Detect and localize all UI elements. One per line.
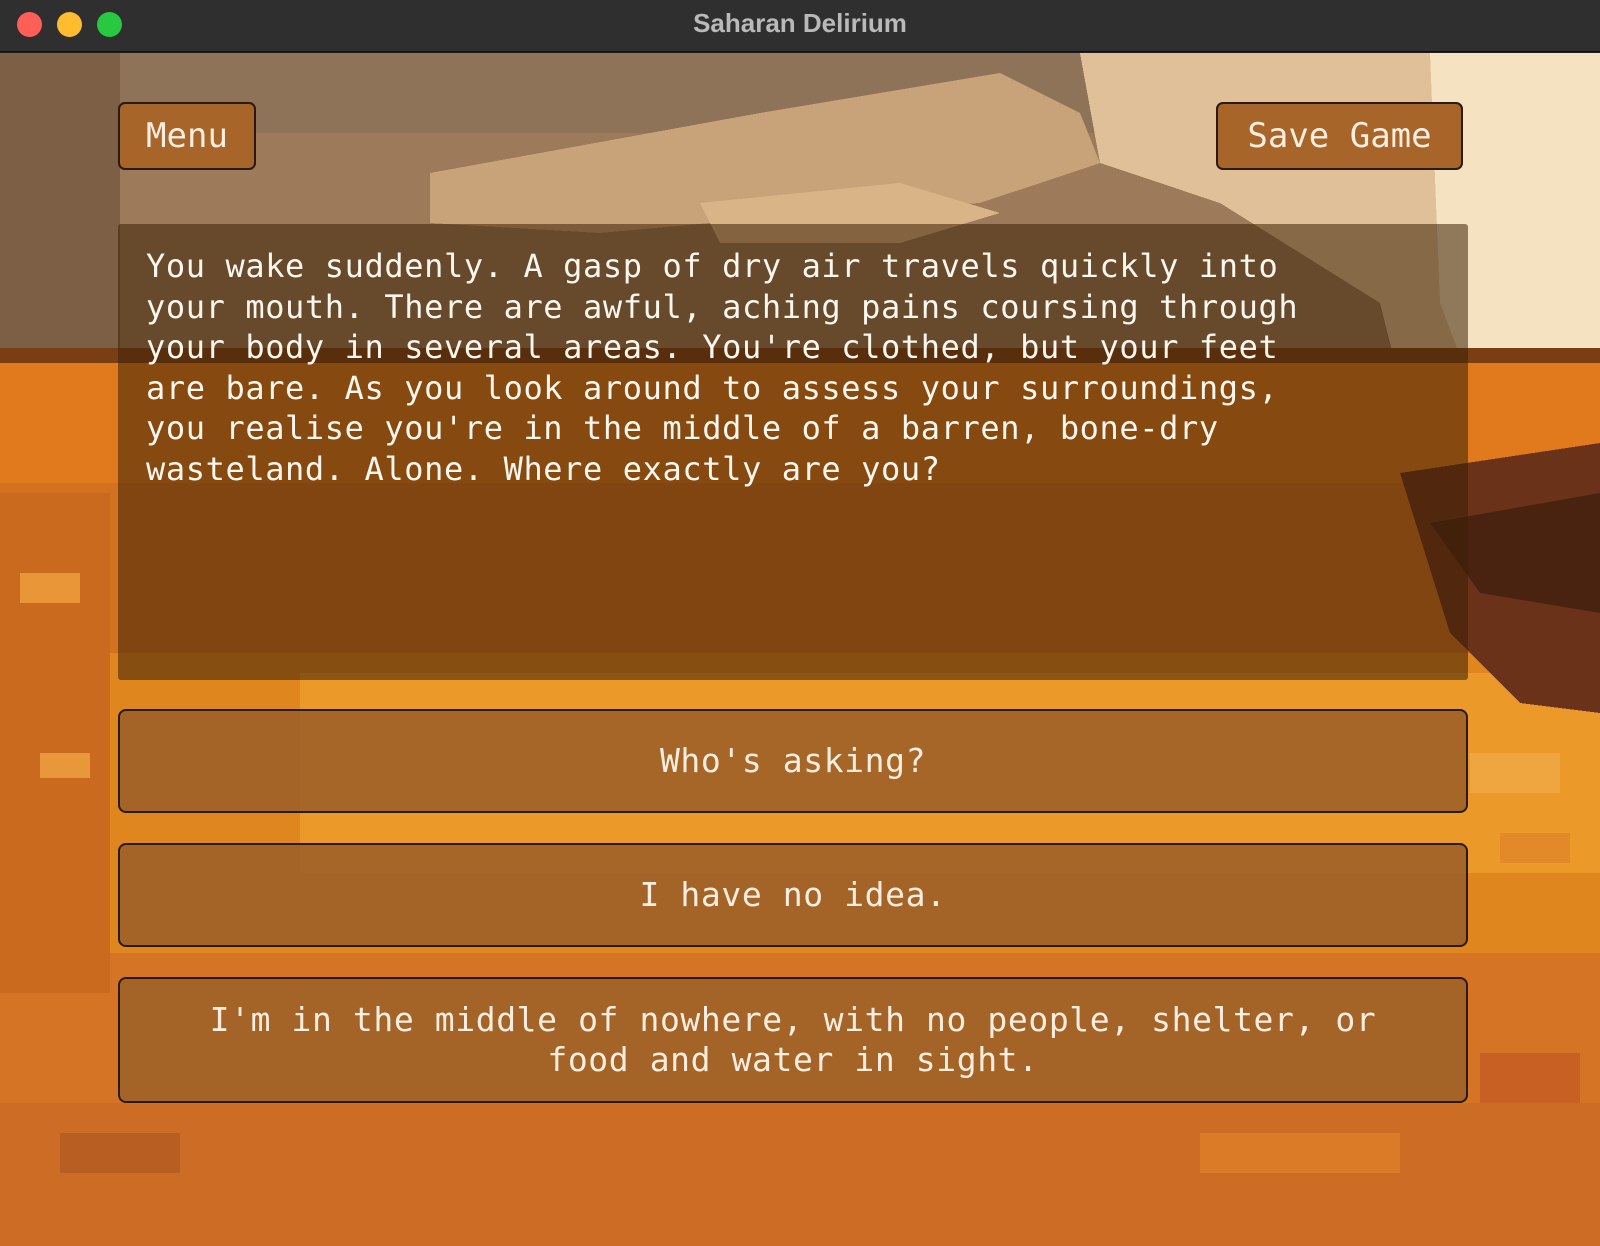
choice-button-2[interactable]: I have no idea. [118,843,1468,947]
desert-scene: Menu Save Game You wake suddenly. A gasp… [0,53,1600,1246]
choice-button-1[interactable]: Who's asking? [118,709,1468,813]
choice-button-3[interactable]: I'm in the middle of nowhere, with no pe… [118,977,1468,1103]
game-window: Saharan Delirium Menu Save Game You wake… [0,0,1600,1246]
window-title: Saharan Delirium [693,8,907,38]
menu-button[interactable]: Menu [118,102,256,170]
narrative-text: You wake suddenly. A gasp of dry air tra… [118,224,1468,680]
save-game-button[interactable]: Save Game [1216,102,1463,170]
title-bar: Saharan Delirium [0,0,1600,52]
